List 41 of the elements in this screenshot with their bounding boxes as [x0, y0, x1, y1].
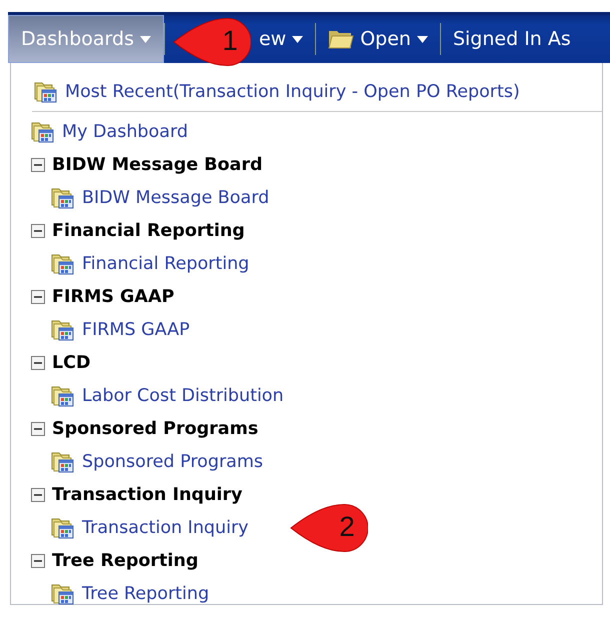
group-heading: Tree Reporting: [52, 550, 198, 570]
caret-icon: [140, 36, 151, 42]
group-heading: FIRMS GAAP: [52, 286, 174, 306]
dashboard-folder-icon: [51, 186, 75, 210]
dashboard-folder-icon: [51, 318, 75, 342]
menu-button[interactable]: Open: [316, 15, 440, 63]
menu-link[interactable]: Tree Reporting: [82, 584, 210, 604]
menu-link[interactable]: Labor Cost Distribution: [82, 386, 284, 406]
caret-icon: [292, 36, 304, 42]
dashboard-folder-icon: [51, 450, 75, 474]
collapse-icon[interactable]: [31, 158, 45, 172]
menu-button[interactable]: ew: [254, 15, 316, 63]
collapse-icon[interactable]: [31, 422, 45, 436]
group-heading: BIDW Message Board: [52, 154, 263, 174]
dashboard-folder-icon: [31, 120, 55, 144]
dashboard-folder-icon: [51, 252, 75, 276]
menu-link[interactable]: Financial Reporting: [82, 254, 250, 274]
group-heading: Sponsored Programs: [52, 418, 258, 438]
menu-link[interactable]: Sponsored Programs: [82, 452, 264, 472]
dashboard-folder-icon: [34, 80, 58, 104]
signed-in-label: Signed In As: [452, 27, 572, 52]
menu-link[interactable]: FIRMS GAAP: [82, 320, 190, 340]
dashboard-folder-icon: [51, 516, 75, 540]
menu-link[interactable]: My Dashboard: [62, 122, 188, 142]
collapse-icon[interactable]: [31, 356, 45, 370]
callout-number: 1: [221, 25, 239, 57]
collapse-icon[interactable]: [31, 554, 45, 568]
menu-link[interactable]: Transaction Inquiry: [82, 518, 249, 538]
dashboard-folder-icon: [51, 582, 75, 606]
group-heading: LCD: [52, 352, 91, 372]
collapse-icon[interactable]: [31, 488, 45, 502]
folder-icon: [328, 29, 354, 49]
callout-number: 2: [338, 511, 356, 543]
group-heading: Financial Reporting: [52, 220, 245, 240]
dashboard-folder-icon: [51, 384, 75, 408]
collapse-icon[interactable]: [31, 224, 45, 238]
group-heading: Transaction Inquiry: [52, 484, 242, 504]
menu-link[interactable]: BIDW Message Board: [82, 188, 270, 208]
caret-icon: [416, 36, 428, 42]
menu-link[interactable]: Most Recent(Transaction Inquiry - Open PO Reports): [65, 82, 520, 102]
collapse-icon[interactable]: [31, 290, 45, 304]
